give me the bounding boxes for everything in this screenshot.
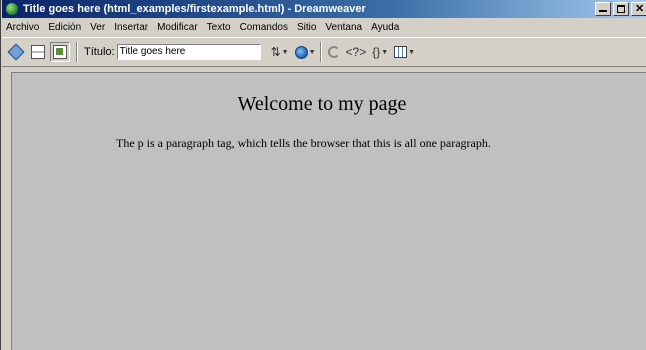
minimize-button[interactable] xyxy=(595,2,611,16)
menu-ayuda[interactable]: Ayuda xyxy=(371,22,399,33)
chevron-down-icon: ▼ xyxy=(308,48,316,56)
chevron-down-icon: ▼ xyxy=(381,48,389,56)
reference-icon: <?> xyxy=(345,45,367,59)
close-button[interactable]: ✕ xyxy=(631,2,646,16)
design-view-button[interactable] xyxy=(50,42,70,62)
document-toolbar: Título: Title goes here ⇅ ▼ ▼ <?> {} ▼ ▼ xyxy=(2,37,646,67)
window-controls: ✕ xyxy=(593,2,646,16)
menu-sitio[interactable]: Sitio xyxy=(297,22,316,33)
window-title: Title goes here (html_examples/firstexam… xyxy=(23,3,366,15)
preview-browser-button[interactable]: ▼ xyxy=(294,42,316,62)
code-navigation-button[interactable]: {} ▼ xyxy=(372,42,388,62)
chevron-down-icon: ▼ xyxy=(281,48,289,56)
menu-ver[interactable]: Ver xyxy=(90,22,105,33)
menu-archivo[interactable]: Archivo xyxy=(6,22,39,33)
menu-comandos[interactable]: Comandos xyxy=(240,22,288,33)
dreamweaver-app-icon[interactable] xyxy=(5,2,19,16)
refresh-button[interactable] xyxy=(327,42,340,62)
dreamweaver-window: Title goes here (html_examples/firstexam… xyxy=(0,0,646,350)
code-navigation-icon: {} xyxy=(372,45,381,59)
reference-button[interactable]: <?> xyxy=(346,42,367,62)
view-options-button[interactable]: ▼ xyxy=(394,42,415,62)
page-paragraph: The p is a paragraph tag, which tells th… xyxy=(116,136,491,150)
split-view-button[interactable] xyxy=(28,42,48,62)
maximize-icon xyxy=(617,5,625,13)
file-management-icon: ⇅ xyxy=(270,45,281,59)
menu-insertar[interactable]: Insertar xyxy=(114,22,148,33)
code-view-icon xyxy=(7,43,25,61)
page-heading: Welcome to my page xyxy=(237,93,407,115)
toolbar-separator xyxy=(76,42,78,62)
close-icon: ✕ xyxy=(635,3,645,15)
menu-edicion[interactable]: Edición xyxy=(48,22,81,33)
toolbar-separator xyxy=(319,42,322,62)
file-management-button[interactable]: ⇅ ▼ xyxy=(271,42,289,62)
preview-browser-icon xyxy=(294,45,308,59)
maximize-button[interactable] xyxy=(613,2,629,16)
view-options-icon xyxy=(394,46,408,58)
title-field-label: Título: xyxy=(84,46,115,58)
refresh-icon xyxy=(327,46,340,58)
code-view-button[interactable] xyxy=(6,42,26,62)
document-title-input[interactable]: Title goes here xyxy=(116,44,261,60)
split-view-icon xyxy=(31,45,45,59)
menu-bar: Archivo Edición Ver Insertar Modificar T… xyxy=(2,19,646,36)
menu-ventana[interactable]: Ventana xyxy=(325,22,362,33)
menu-modificar[interactable]: Modificar xyxy=(157,22,198,33)
chevron-down-icon: ▼ xyxy=(408,48,416,56)
minimize-icon xyxy=(599,10,607,12)
menu-texto[interactable]: Texto xyxy=(207,22,231,33)
design-view-canvas[interactable]: Welcome to my page The p is a paragraph … xyxy=(11,72,646,350)
design-view-icon xyxy=(53,45,67,59)
title-bar[interactable]: Title goes here (html_examples/firstexam… xyxy=(2,0,646,18)
